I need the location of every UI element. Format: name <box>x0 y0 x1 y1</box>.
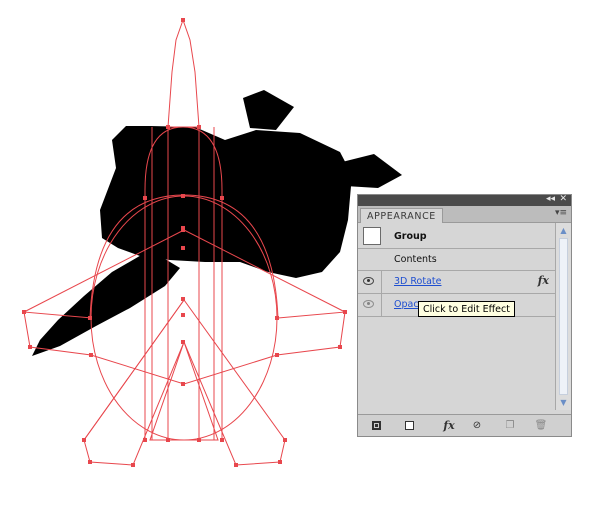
visibility-toggle[interactable] <box>358 294 382 316</box>
panel-tab-row: APPEARANCE ▾≡ <box>358 206 571 223</box>
eye-icon[interactable] <box>363 277 374 285</box>
add-effect-fx-icon[interactable]: fx <box>438 419 460 432</box>
panel-bottom-toolbar: fx ⊘ ❐ 🗑 <box>358 414 571 436</box>
delete-item-icon[interactable]: 🗑 <box>534 419 548 432</box>
contents-label: Contents <box>394 254 437 265</box>
group-thumbnail <box>363 227 381 245</box>
black-silhouette-shape <box>32 90 402 356</box>
scroll-track[interactable] <box>559 238 568 395</box>
new-fill-icon[interactable] <box>403 419 417 432</box>
tab-appearance[interactable]: APPEARANCE <box>360 208 443 223</box>
fx-icon: fx <box>537 274 549 287</box>
collapse-panel-icon[interactable]: ◂◂ <box>546 194 555 205</box>
visibility-toggle[interactable] <box>358 271 382 293</box>
panel-scrollbar[interactable]: ▲ ▼ <box>555 223 571 410</box>
panel-menu-icon[interactable]: ▾≡ <box>555 208 567 218</box>
effect-row-3d-rotate[interactable]: 3D Rotate fx <box>358 271 555 294</box>
duplicate-item-icon[interactable]: ❐ <box>503 419 517 432</box>
eye-icon[interactable] <box>363 300 374 308</box>
group-label: Group <box>394 231 427 242</box>
effect-link-3d-rotate[interactable]: 3D Rotate <box>394 276 441 287</box>
scroll-down-icon[interactable]: ▼ <box>558 397 569 408</box>
close-panel-icon[interactable]: ✕ <box>559 194 567 205</box>
panel-title-bar[interactable]: ◂◂ ✕ <box>358 194 571 206</box>
group-row[interactable]: Group <box>358 225 555 249</box>
contents-row[interactable]: Contents <box>358 249 555 271</box>
new-stroke-icon[interactable] <box>370 419 384 432</box>
edit-effect-tooltip: Click to Edit Effect <box>418 301 515 317</box>
effect-link-opacity[interactable]: Opac <box>394 299 419 310</box>
clear-appearance-icon[interactable]: ⊘ <box>470 419 484 432</box>
scroll-up-icon[interactable]: ▲ <box>558 225 569 236</box>
